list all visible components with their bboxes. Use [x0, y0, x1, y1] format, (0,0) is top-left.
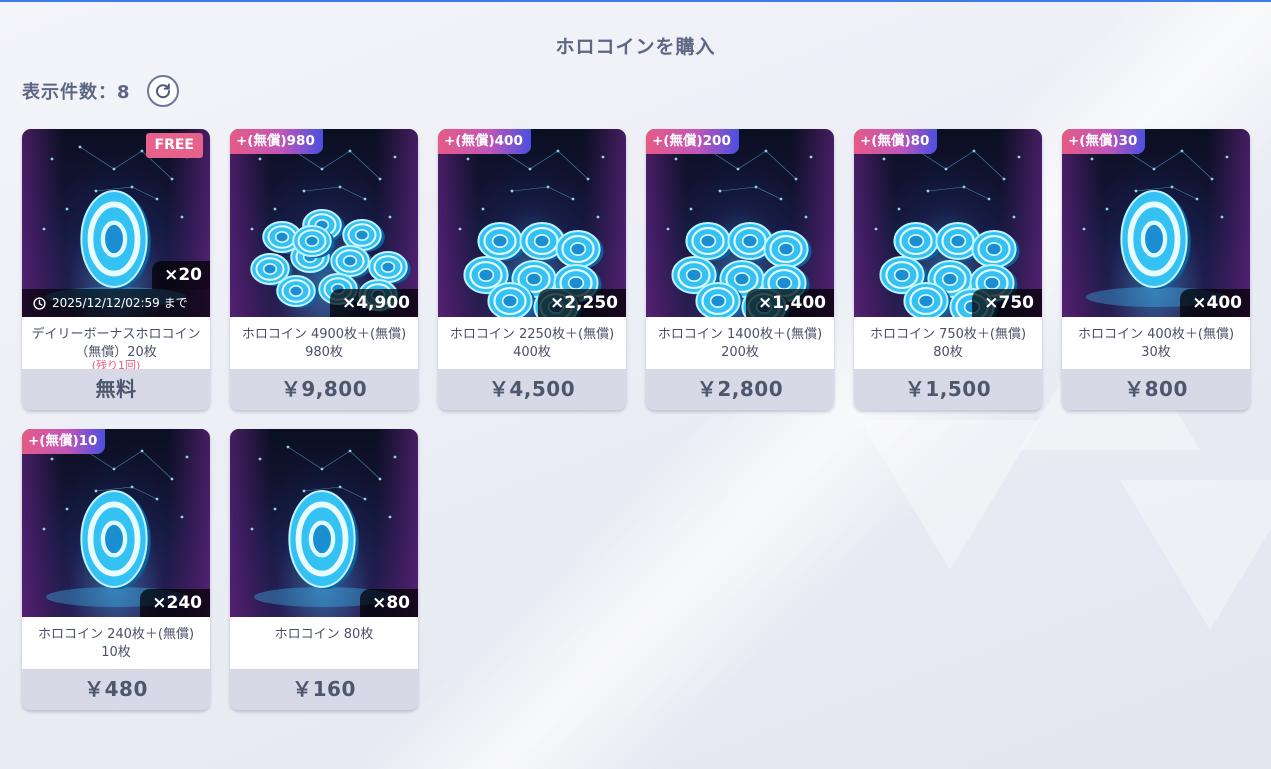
price-button[interactable]: 無料 [22, 369, 210, 410]
price-button[interactable]: ￥9,800 [230, 369, 418, 410]
product-image: +(無償)10 ×240 [22, 429, 210, 617]
product-image: FREE ×20 2025/12/12/02:59 まで [22, 129, 210, 317]
expiry-text: 2025/12/12/02:59 まで [52, 296, 188, 310]
product-image: +(無償)980 ×4,900 [230, 129, 418, 317]
quantity-label: ×20 [152, 261, 210, 289]
price-button[interactable]: ￥160 [230, 669, 418, 710]
background-triangle [860, 420, 1040, 570]
bonus-badge: +(無償)980 [230, 129, 323, 154]
quantity-label: ×400 [1180, 289, 1250, 317]
item-count-label: 表示件数：8 [22, 82, 131, 103]
price-button[interactable]: ￥480 [22, 669, 210, 710]
product-name: ホロコイン 240枚＋(無償) 10枚 [37, 627, 195, 660]
product-card[interactable]: +(無償)30 ×400 ホロコイン 400枚＋(無償) 30枚 ￥800 [1062, 129, 1250, 410]
product-name: ホロコイン 4900枚＋(無償) 980枚 [241, 327, 407, 360]
price-button[interactable]: ￥4,500 [438, 369, 626, 410]
clock-icon [33, 296, 46, 310]
product-image: +(無償)400 ×2,250 [438, 129, 626, 317]
page-title: ホロコインを購入 [555, 36, 716, 58]
quantity-label: ×4,900 [329, 289, 418, 317]
quantity-label: ×2,250 [537, 289, 626, 317]
product-image: +(無償)200 ×1,400 [646, 129, 834, 317]
product-name: ホロコイン 1400枚＋(無償) 200枚 [657, 327, 823, 360]
bonus-badge: +(無償)400 [438, 129, 531, 154]
quantity-label: ×750 [972, 289, 1042, 317]
product-name: ホロコイン 750枚＋(無償) 80枚 [869, 327, 1027, 360]
refresh-button[interactable] [146, 75, 179, 107]
expiry-timer: 2025/12/12/02:59 まで [22, 289, 210, 317]
product-card[interactable]: +(無償)400 ×2,250 ホロコイン 2250枚＋(無償) 400枚 ￥4,50… [438, 129, 626, 410]
top-accent-bar [0, 0, 1271, 2]
product-card[interactable]: +(無償)980 ×4,900 ホロコイン 4900枚＋(無償) 980枚 ￥9,80… [230, 129, 418, 410]
quantity-label: ×240 [140, 589, 210, 617]
listing-toolbar: 表示件数：8 [22, 75, 179, 107]
bonus-badge: +(無償)10 [22, 429, 106, 454]
product-image: +(無償)30 ×400 [1062, 129, 1250, 317]
product-card[interactable]: +(無償)80 ×750 ホロコイン 750枚＋(無償) 80枚 ￥1,500 [854, 129, 1042, 410]
price-button[interactable]: ￥2,800 [646, 369, 834, 410]
quantity-label: ×80 [360, 589, 418, 617]
product-image: +(無償)80 ×750 [854, 129, 1042, 317]
product-card[interactable]: +(無償)200 ×1,400 ホロコイン 1400枚＋(無償) 200枚 ￥2,80… [646, 129, 834, 410]
product-name: ホロコイン 80枚 [274, 627, 374, 642]
product-name: ホロコイン 400枚＋(無償) 30枚 [1077, 327, 1235, 360]
product-card[interactable]: +(無償)10 ×240 ホロコイン 240枚＋(無償) 10枚 ￥480 [22, 429, 210, 710]
bonus-badge: +(無償)80 [854, 129, 938, 154]
bonus-badge: +(無償)30 [1062, 129, 1146, 154]
product-card[interactable]: FREE ×20 2025/12/12/02:59 まで デイリーボーナスホロコイ… [22, 129, 210, 410]
price-button[interactable]: ￥800 [1062, 369, 1250, 410]
product-name: ホロコイン 2250枚＋(無償) 400枚 [449, 327, 615, 360]
product-name: デイリーボーナスホロコイン（無償）20枚 [31, 327, 201, 360]
bonus-badge: +(無償)200 [646, 129, 739, 154]
refresh-icon [155, 83, 170, 99]
free-badge: FREE [145, 133, 203, 158]
product-image: ×80 [230, 429, 418, 617]
product-card[interactable]: ×80 ホロコイン 80枚 ￥160 [230, 429, 418, 710]
background-triangle [1120, 480, 1271, 630]
quantity-label: ×1,400 [745, 289, 834, 317]
price-button[interactable]: ￥1,500 [854, 369, 1042, 410]
